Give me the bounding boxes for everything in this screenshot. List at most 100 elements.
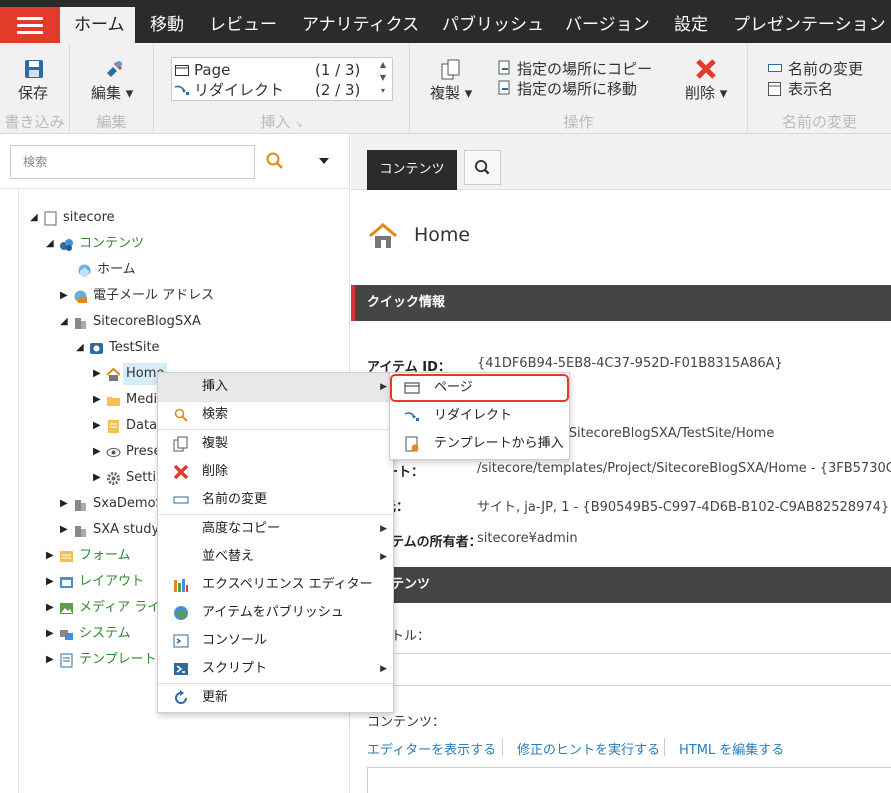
- owner-value: sitecore¥admin: [477, 531, 578, 546]
- tree-node-label: SitecoreBlogSXA: [93, 314, 201, 329]
- context-item-advanced-copy[interactable]: 高度なコピー ▶: [158, 515, 393, 543]
- tab-home[interactable]: ホーム: [60, 7, 135, 43]
- context-item-refresh[interactable]: 更新: [158, 684, 393, 712]
- tab-configure[interactable]: 設定: [661, 7, 708, 43]
- collapse-icon[interactable]: ◢: [60, 311, 70, 333]
- save-button[interactable]: 保存: [18, 82, 48, 103]
- insert-redirect-item[interactable]: リダイレクト: [390, 402, 569, 430]
- ribbon-group-operations: 複製 ▾ 指定の場所にコピー 指定の場所に移動 削除 ▾ 操作: [410, 43, 748, 134]
- context-item-insert[interactable]: 挿入 ▶: [158, 373, 393, 401]
- insert-option-count: (1 / 3): [315, 61, 361, 79]
- rename-button[interactable]: 名前の変更: [788, 58, 863, 79]
- delete-x-icon[interactable]: [695, 58, 717, 80]
- tree-separator: [0, 188, 350, 189]
- expand-icon[interactable]: ▶: [93, 467, 103, 489]
- context-item-label: コンソール: [202, 633, 268, 648]
- tab-presentation[interactable]: プレゼンテーション: [720, 7, 886, 43]
- item-title: Home: [414, 224, 471, 246]
- edit-icon[interactable]: [103, 59, 125, 81]
- content-field-label: コンテンツ：: [367, 715, 446, 730]
- redirect-icon: [174, 85, 189, 95]
- search-icon[interactable]: [262, 148, 288, 174]
- tab-publish[interactable]: パブリッシュ: [429, 7, 544, 43]
- edit-button[interactable]: 編集 ▾: [91, 82, 133, 103]
- context-item-label: 高度なコピー: [202, 521, 281, 536]
- copy-to-button[interactable]: 指定の場所にコピー: [517, 58, 652, 79]
- building-icon: [75, 500, 86, 511]
- tab-review[interactable]: レビュー: [196, 7, 277, 43]
- context-item-publish[interactable]: アイテムをパブリッシュ: [158, 599, 393, 627]
- delete-button[interactable]: 削除 ▾: [685, 82, 727, 103]
- expand-icon[interactable]: ▶: [93, 389, 103, 411]
- expand-icon[interactable]: ▶: [60, 285, 70, 307]
- expand-icon[interactable]: ▶: [46, 545, 56, 567]
- quick-info-header[interactable]: クイック情報: [351, 285, 891, 321]
- display-name-icon: [768, 82, 781, 96]
- tree-node-label: SXA study: [93, 522, 160, 537]
- context-item-label: 複製: [202, 436, 229, 451]
- expand-icon[interactable]: ▶: [46, 649, 56, 671]
- refresh-icon: [175, 690, 187, 704]
- insert-option-redirect[interactable]: リダイレクト (2 / 3): [172, 80, 372, 100]
- context-item-search[interactable]: 検索: [158, 401, 393, 429]
- content-section-header[interactable]: テンツ: [351, 567, 891, 603]
- context-item-label: 並べ替え: [202, 549, 255, 564]
- chevron-down-icon[interactable]: [318, 156, 330, 166]
- collapse-icon[interactable]: ◢: [76, 337, 86, 359]
- form-icon: [60, 551, 73, 562]
- page-icon: [44, 211, 57, 226]
- gear-icon: [107, 472, 120, 485]
- duplicate-icon[interactable]: [441, 59, 461, 81]
- suggest-fix-link[interactable]: 修正のヒントを実行する: [517, 739, 660, 758]
- submenu-item-label: テンプレートから挿入: [434, 436, 564, 451]
- title-field-label: トル：: [391, 629, 431, 644]
- expand-icon[interactable]: ▶: [60, 493, 70, 515]
- expand-icon[interactable]: ▶: [93, 363, 103, 385]
- rich-text-editor[interactable]: [367, 767, 891, 793]
- collapse-icon[interactable]: ◢: [46, 233, 56, 255]
- tree-node-label: ホーム: [97, 262, 136, 277]
- insert-list-scroller[interactable]: ▲ ▼ ▾: [374, 58, 392, 100]
- tree-search-input[interactable]: 検索: [10, 145, 255, 179]
- context-item-experience-editor[interactable]: エクスペリエンス エディター: [158, 571, 393, 599]
- menu-icon[interactable]: [0, 7, 60, 43]
- insert-from-template-item[interactable]: テンプレートから挿入: [390, 430, 569, 458]
- context-item-delete[interactable]: 削除: [158, 458, 393, 486]
- edit-html-link[interactable]: HTML を編集する: [679, 739, 784, 758]
- tab-analytics[interactable]: アナリティクス: [289, 7, 419, 43]
- context-item-duplicate[interactable]: 複製: [158, 430, 393, 458]
- insert-options-list[interactable]: Page (1 / 3) リダイレクト (2 / 3) ▲ ▼ ▾: [171, 57, 393, 101]
- building-icon: [75, 318, 86, 329]
- context-item-label: 名前の変更: [202, 492, 268, 507]
- tab-navigate[interactable]: 移動: [137, 7, 184, 43]
- tree-node-label: コンテンツ: [79, 236, 145, 251]
- context-item-script[interactable]: スクリプト ▶: [158, 655, 393, 683]
- group-label-write: 書き込み: [4, 113, 65, 131]
- duplicate-button[interactable]: 複製 ▾: [430, 82, 472, 103]
- search-icon: [174, 408, 188, 422]
- ribbon-group-edit: 編集 ▾ 編集: [70, 43, 154, 134]
- expand-icon[interactable]: ▶: [93, 415, 103, 437]
- insert-option-page[interactable]: Page (1 / 3): [172, 60, 372, 80]
- expand-icon[interactable]: ▶: [46, 571, 56, 593]
- expand-icon[interactable]: ▶: [93, 441, 103, 463]
- tab-content[interactable]: コンテンツ: [367, 150, 457, 190]
- expand-icon[interactable]: ▶: [46, 597, 56, 619]
- context-item-sort[interactable]: 並べ替え ▶: [158, 543, 393, 571]
- context-item-rename[interactable]: 名前の変更: [158, 486, 393, 514]
- show-editor-link[interactable]: エディターを表示する: [367, 739, 496, 758]
- expand-icon[interactable]: ▶: [60, 519, 70, 541]
- title-field-input[interactable]: [367, 653, 891, 686]
- tab-versions[interactable]: バージョン: [552, 7, 650, 43]
- display-name-button[interactable]: 表示名: [788, 78, 833, 99]
- context-item-label: 検索: [202, 407, 229, 422]
- tree-node-label: システム: [79, 626, 131, 641]
- expand-icon[interactable]: ▶: [46, 623, 56, 645]
- tree-node-label: Data: [126, 418, 158, 433]
- search-icon[interactable]: [464, 150, 501, 185]
- save-icon[interactable]: [24, 59, 44, 79]
- context-item-console[interactable]: コンソール: [158, 627, 393, 655]
- move-to-button[interactable]: 指定の場所に移動: [517, 78, 637, 99]
- insert-page-item[interactable]: ページ: [390, 374, 569, 402]
- collapse-icon[interactable]: ◢: [30, 207, 40, 229]
